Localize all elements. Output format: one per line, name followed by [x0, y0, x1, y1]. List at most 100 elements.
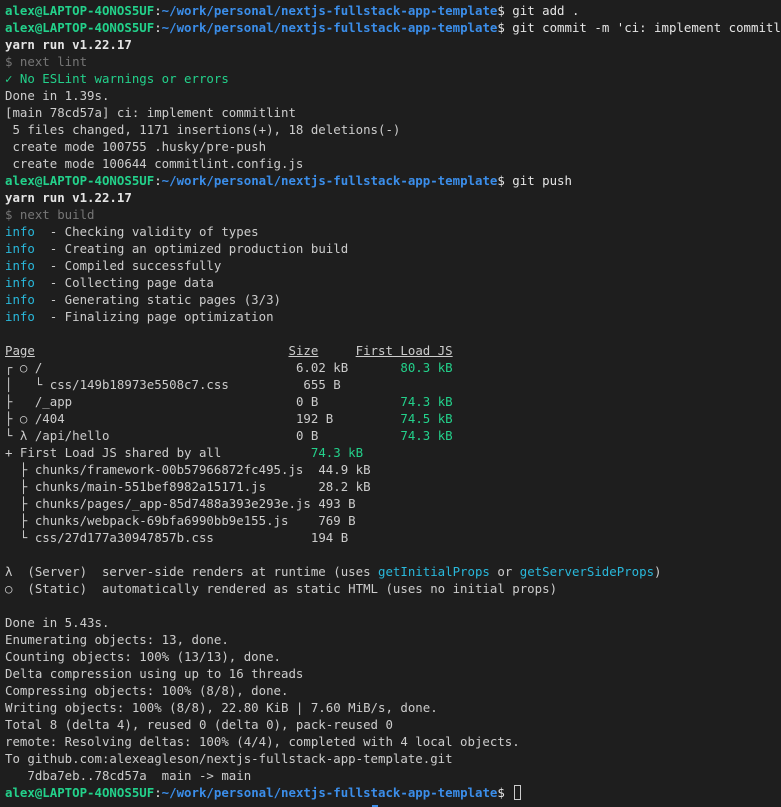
terminal-line: + First Load JS shared by all 74.3 kB	[5, 444, 781, 461]
output-text: ○ (Static) automatically rendered as sta…	[5, 581, 558, 596]
route-name: └ css/27d177a30947857b.css	[5, 530, 214, 545]
terminal-line: Done in 5.43s.	[5, 614, 781, 631]
legend-method: getInitialProps	[378, 564, 490, 579]
info-label: info	[5, 292, 35, 307]
route-name: ├ chunks/webpack-69bfa6990bb9e155.js	[5, 513, 289, 528]
output-text: create mode 100644 commitlint.config.js	[5, 156, 304, 171]
output-text: - Finalizing page optimization	[34, 309, 274, 324]
prompt-separator: :	[154, 173, 162, 188]
route-size: 655 B	[303, 377, 341, 392]
info-label: info	[5, 258, 35, 273]
build-table-row: │ └ css/149b18973e5508c7.css 655 B	[5, 376, 781, 393]
legend-text: or	[489, 564, 520, 579]
terminal-line: Enumerating objects: 13, done.	[5, 631, 781, 648]
command-text: git push	[512, 173, 572, 188]
info-label: info	[5, 309, 35, 324]
route-size: 194 B	[310, 530, 349, 545]
output-text: Counting objects: 100% (13/13), done.	[5, 649, 282, 664]
terminal-line: Done in 1.39s.	[5, 87, 781, 104]
prompt-separator: :	[154, 3, 162, 18]
prompt-path: ~/work/personal/nextjs-fullstack-app-tem…	[161, 785, 498, 800]
output-text: No ESLint warnings or errors	[12, 71, 229, 86]
build-table-row: ┌ ○ / 6.02 kB 80.3 kB	[5, 359, 781, 376]
column-header-page: Page	[5, 343, 35, 358]
output-text: remote: Resolving deltas: 100% (4/4), co…	[5, 734, 520, 749]
prompt-symbol: $	[497, 173, 513, 188]
prompt-line: alex@LAPTOP-4ONOS5UF:~/work/personal/nex…	[5, 784, 781, 801]
info-label: info	[5, 224, 35, 239]
route-name: ├ ○ /404	[5, 411, 65, 426]
output-text: Compressing objects: 100% (8/8), done.	[5, 683, 289, 698]
text-cursor[interactable]	[514, 785, 522, 800]
terminal-line: Delta compression using up to 16 threads	[5, 665, 781, 682]
prompt-path: ~/work/personal/nextjs-fullstack-app-tem…	[161, 20, 498, 35]
route-size: 769 B	[318, 513, 356, 528]
info-label: info	[5, 275, 35, 290]
terminal-line: [main 78cd57a] ci: implement commitlint	[5, 104, 781, 121]
output-text: 5 files changed, 1171 insertions(+), 18 …	[5, 122, 401, 137]
shared-label: + First Load JS shared by all	[5, 445, 222, 460]
prompt-symbol: $	[497, 20, 513, 35]
column-header-size: Size	[288, 343, 319, 358]
terminal-line: Counting objects: 100% (13/13), done.	[5, 648, 781, 665]
route-size: 44.9 kB	[318, 462, 371, 477]
prompt-line: alex@LAPTOP-4ONOS5UF:~/work/personal/nex…	[5, 172, 781, 189]
build-table-header: Page Size First Load JS	[5, 342, 781, 359]
script-command: $ next build	[5, 207, 95, 222]
terminal-line: yarn run v1.22.17	[5, 36, 781, 53]
route-size: 0 B	[295, 394, 319, 409]
route-first-load: 74.3 kB	[400, 394, 453, 409]
prompt-user-host: alex@LAPTOP-4ONOS5UF	[5, 785, 155, 800]
output-text: - Collecting page data	[34, 275, 214, 290]
output-text: - Generating static pages (3/3)	[34, 292, 282, 307]
output-text: [main 78cd57a] ci: implement commitlint	[5, 105, 296, 120]
build-table-row: ├ /_app 0 B 74.3 kB	[5, 393, 781, 410]
output-text: - Checking validity of types	[34, 224, 259, 239]
route-name: │ └ css/149b18973e5508c7.css	[5, 377, 229, 392]
output-text: Done in 1.39s.	[5, 88, 110, 103]
route-first-load: 74.3 kB	[400, 428, 453, 443]
prompt-symbol: $	[497, 785, 513, 800]
route-size: 6.02 kB	[295, 360, 349, 375]
output-text: 7dba7eb..78cd57a main -> main	[5, 768, 252, 783]
route-size: 192 B	[295, 411, 334, 426]
route-size: 0 B	[295, 428, 319, 443]
output-text: yarn run v1.22.17	[5, 37, 132, 52]
terminal-line: info - Checking validity of types	[5, 223, 781, 240]
route-name: ┌ ○ /	[5, 360, 43, 375]
output-text: Done in 5.43s.	[5, 615, 110, 630]
terminal-line: $ next build	[5, 206, 781, 223]
output-text: Total 8 (delta 4), reused 0 (delta 0), p…	[5, 717, 393, 732]
terminal-line: $ next lint	[5, 53, 781, 70]
route-size: 28.2 kB	[318, 479, 371, 494]
info-label: info	[5, 241, 35, 256]
output-text: Enumerating objects: 13, done.	[5, 632, 229, 647]
command-text: git add .	[512, 3, 580, 18]
prompt-line: alex@LAPTOP-4ONOS5UF:~/work/personal/nex…	[5, 19, 781, 36]
terminal-line: create mode 100755 .husky/pre-push	[5, 138, 781, 155]
terminal-line: λ (Server) server-side renders at runtim…	[5, 563, 781, 580]
build-table-row: ├ chunks/webpack-69bfa6990bb9e155.js 769…	[5, 512, 781, 529]
route-name: ├ chunks/pages/_app-85d7488a393e293e.js	[5, 496, 311, 511]
build-table-row: ├ chunks/pages/_app-85d7488a393e293e.js …	[5, 495, 781, 512]
prompt-line: alex@LAPTOP-4ONOS5UF:~/work/personal/nex…	[5, 2, 781, 19]
prompt-user-host: alex@LAPTOP-4ONOS5UF	[5, 3, 155, 18]
terminal-window[interactable]: alex@LAPTOP-4ONOS5UF: ~/work/personal/nex…	[0, 0, 781, 807]
output-text: - Compiled successfully	[34, 258, 222, 273]
terminal-line: yarn run v1.22.17	[5, 189, 781, 206]
terminal-line: To github.com:alexeagleson/nextjs-fullst…	[5, 750, 781, 767]
terminal-line: info - Compiled successfully	[5, 257, 781, 274]
